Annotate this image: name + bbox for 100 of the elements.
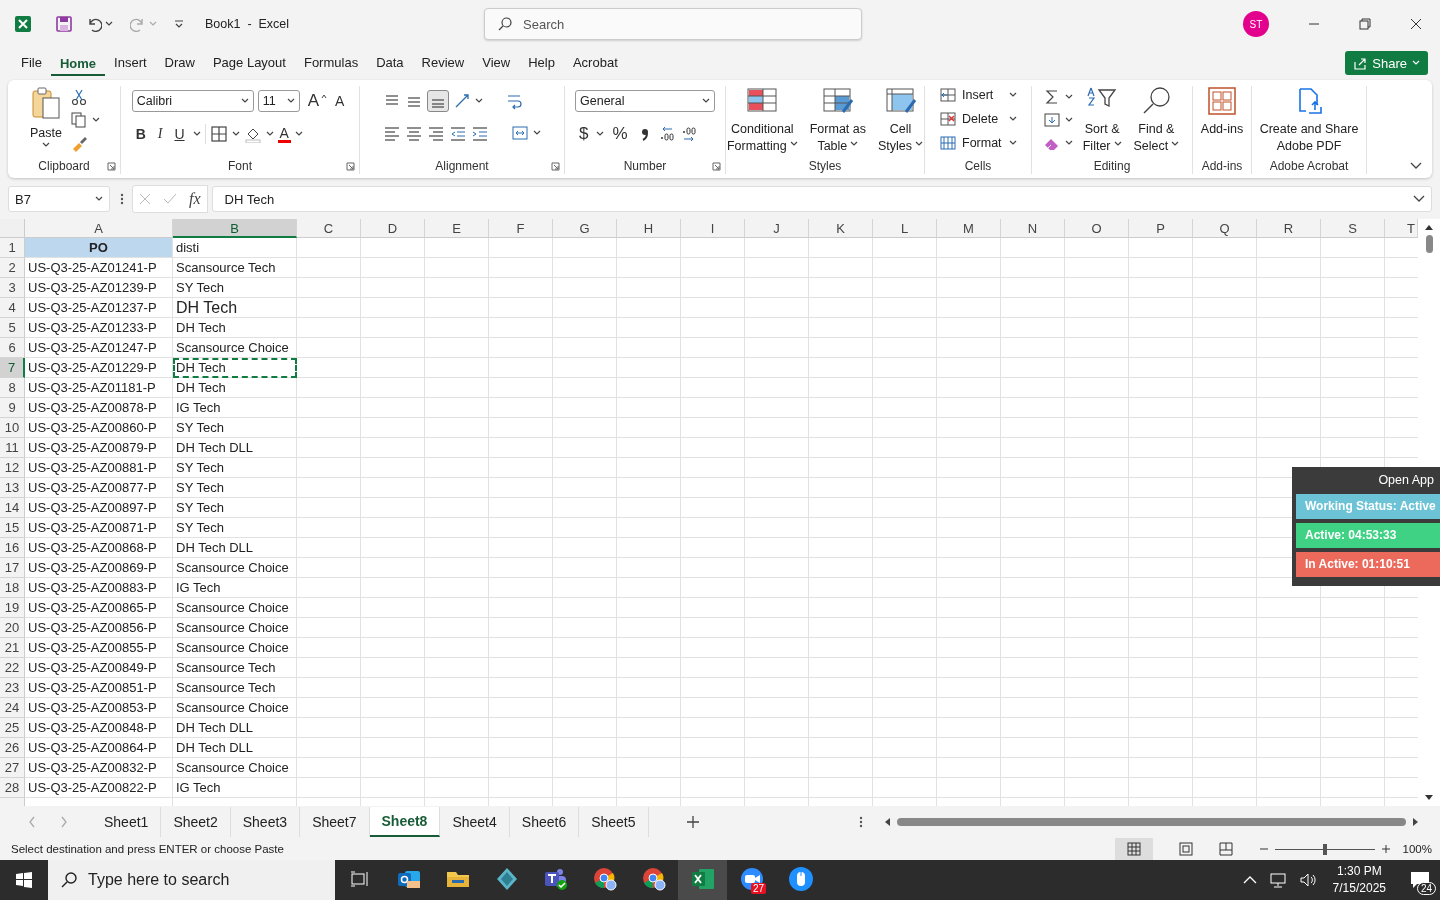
scroll-thumb[interactable] bbox=[1425, 235, 1433, 253]
menu-tab[interactable]: Help bbox=[519, 49, 564, 77]
caret-icon[interactable] bbox=[1064, 140, 1073, 146]
caret-icon[interactable] bbox=[1064, 94, 1073, 100]
align-center-icon[interactable] bbox=[405, 124, 423, 142]
column-header[interactable]: B bbox=[173, 219, 297, 238]
undo-icon[interactable] bbox=[86, 16, 102, 32]
caret-icon[interactable] bbox=[1009, 116, 1017, 122]
zoom-slider[interactable] bbox=[1322, 844, 1327, 855]
row-header[interactable]: 15 bbox=[0, 518, 25, 538]
row-header[interactable]: 17 bbox=[0, 558, 25, 578]
italic-button[interactable]: I bbox=[153, 126, 167, 142]
menu-tab[interactable]: Formulas bbox=[294, 49, 368, 77]
zoom-in-icon[interactable] bbox=[1380, 844, 1391, 854]
scroll-thumb[interactable] bbox=[896, 818, 1406, 826]
launcher-icon[interactable] bbox=[346, 161, 355, 171]
caret-icon[interactable] bbox=[231, 131, 240, 137]
column-header[interactable]: Q bbox=[1193, 219, 1257, 238]
save-icon[interactable] bbox=[55, 15, 73, 33]
start-icon[interactable] bbox=[15, 871, 33, 889]
number-format-field[interactable]: General bbox=[575, 90, 715, 112]
column-header[interactable]: S bbox=[1321, 219, 1385, 238]
row-header[interactable]: 8 bbox=[0, 378, 25, 398]
caret-icon[interactable] bbox=[240, 98, 249, 104]
sheet-tab[interactable]: Sheet3 bbox=[230, 807, 301, 837]
row-header[interactable]: 18 bbox=[0, 578, 25, 598]
decrease-indent-icon[interactable] bbox=[449, 124, 467, 142]
column-header[interactable]: I bbox=[681, 219, 745, 238]
increase-indent-icon[interactable] bbox=[471, 124, 489, 142]
borders-icon[interactable] bbox=[209, 125, 228, 143]
scroll-down-icon[interactable] bbox=[1424, 794, 1434, 802]
column-header[interactable]: O bbox=[1065, 219, 1129, 238]
style-button[interactable]: Conditional Formatting bbox=[724, 86, 800, 154]
more-icon[interactable] bbox=[858, 816, 863, 828]
align-left-icon[interactable] bbox=[383, 124, 401, 142]
caret-icon[interactable] bbox=[1064, 117, 1073, 123]
style-button[interactable]: Cell Styles bbox=[876, 86, 926, 154]
font-name-field[interactable]: Calibri bbox=[131, 90, 254, 112]
table-cell[interactable]: DH Tech bbox=[173, 358, 297, 378]
row-header[interactable]: 14 bbox=[0, 498, 25, 518]
cells-button[interactable]: Format bbox=[939, 134, 1017, 152]
caret-icon[interactable] bbox=[596, 131, 605, 137]
people-icon[interactable] bbox=[542, 866, 569, 892]
sheet-tab[interactable]: Sheet4 bbox=[440, 807, 510, 837]
row-header[interactable]: 6 bbox=[0, 338, 25, 358]
row-header[interactable]: 9 bbox=[0, 398, 25, 418]
taskbar-search-field[interactable]: Type here to search bbox=[48, 860, 335, 900]
open-app-link[interactable]: Open App bbox=[1378, 473, 1440, 490]
caret-icon[interactable] bbox=[702, 98, 710, 104]
wrap-text-icon[interactable] bbox=[505, 92, 523, 110]
fill-down-icon[interactable] bbox=[1042, 111, 1061, 129]
bold-button[interactable]: B bbox=[131, 126, 150, 142]
name-box[interactable]: B7 bbox=[8, 186, 110, 212]
caret-icon[interactable] bbox=[789, 141, 798, 147]
row-header[interactable]: 16 bbox=[0, 538, 25, 558]
launcher-icon[interactable] bbox=[712, 161, 721, 171]
launcher-icon[interactable] bbox=[107, 161, 116, 171]
clock-time[interactable]: 1:30 PM bbox=[1336, 863, 1382, 880]
column-header[interactable]: N bbox=[1001, 219, 1065, 238]
row-header[interactable]: 12 bbox=[0, 458, 25, 478]
cells-button[interactable]: Insert bbox=[939, 86, 1017, 104]
row-header[interactable]: 2 bbox=[0, 258, 25, 278]
expand-icon[interactable] bbox=[1413, 195, 1425, 203]
cells-button[interactable]: Delete bbox=[939, 110, 1017, 128]
menu-tab[interactable]: Data bbox=[367, 49, 413, 77]
caret-icon[interactable] bbox=[1009, 140, 1017, 146]
column-header[interactable]: H bbox=[617, 219, 681, 238]
percent-button[interactable]: % bbox=[608, 124, 632, 144]
caret-icon[interactable] bbox=[192, 131, 201, 137]
shrink-font-button[interactable]: A bbox=[331, 93, 349, 109]
caret-icon[interactable] bbox=[265, 131, 274, 137]
clock-date[interactable]: 7/15/2025 bbox=[1332, 880, 1386, 897]
copy-icon[interactable] bbox=[70, 111, 88, 129]
column-header[interactable]: F bbox=[489, 219, 553, 238]
row-header[interactable]: 7 bbox=[0, 358, 25, 378]
search-field[interactable]: Search bbox=[484, 8, 863, 40]
menu-tab[interactable]: Page Layout bbox=[203, 49, 295, 77]
browser-icon[interactable] bbox=[591, 866, 618, 892]
caret-icon[interactable] bbox=[105, 21, 113, 27]
caret-icon[interactable] bbox=[95, 196, 103, 202]
share-button[interactable]: Share bbox=[1345, 51, 1428, 75]
caret-icon[interactable] bbox=[1113, 141, 1122, 147]
sheet-tab[interactable]: Sheet5 bbox=[579, 807, 649, 837]
column-header[interactable]: P bbox=[1129, 219, 1193, 238]
close-icon[interactable] bbox=[1410, 18, 1422, 30]
column-header[interactable]: E bbox=[425, 219, 489, 238]
grow-font-button[interactable]: A bbox=[303, 91, 323, 111]
caret-icon[interactable] bbox=[1009, 92, 1017, 98]
sheet-tab[interactable]: Sheet7 bbox=[300, 807, 370, 837]
caret-icon[interactable] bbox=[92, 117, 100, 123]
caret-icon[interactable] bbox=[850, 141, 859, 147]
more-icon[interactable] bbox=[120, 193, 124, 205]
column-header[interactable]: D bbox=[361, 219, 425, 238]
caret-icon[interactable] bbox=[1171, 141, 1180, 147]
row-header[interactable]: 5 bbox=[0, 318, 25, 338]
scroll-up-icon[interactable] bbox=[1424, 223, 1434, 231]
column-header[interactable]: J bbox=[745, 219, 809, 238]
menu-tab[interactable]: Acrobat bbox=[563, 49, 627, 77]
style-button[interactable]: Format as Table bbox=[807, 86, 868, 154]
caret-icon[interactable] bbox=[294, 131, 303, 137]
